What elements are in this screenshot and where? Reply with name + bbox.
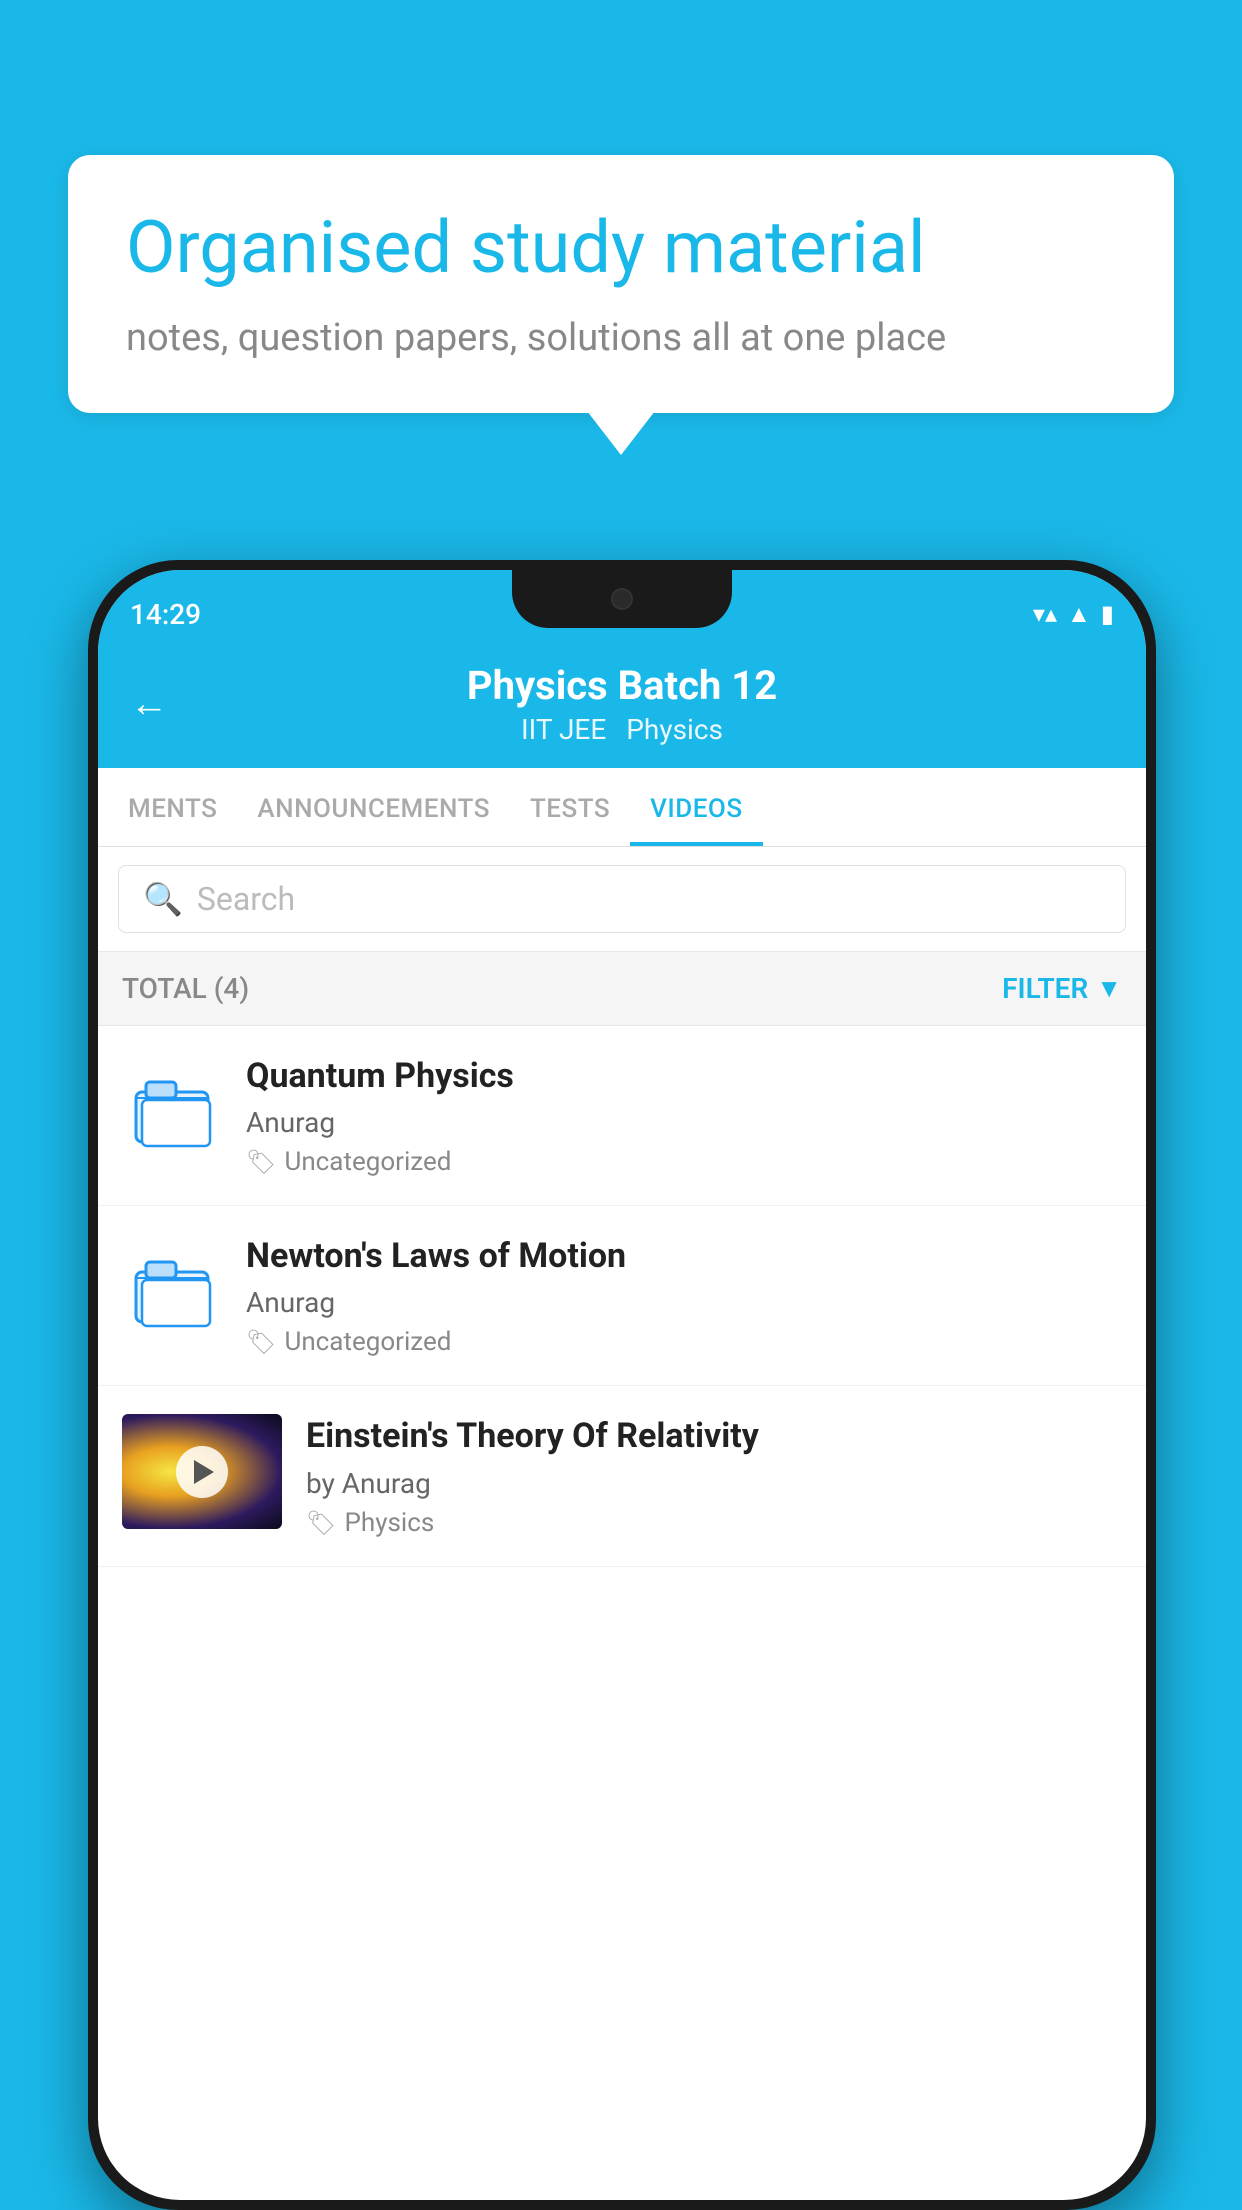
tag-icon: 🏷: [246, 1328, 276, 1356]
video-title: Quantum Physics: [246, 1054, 1122, 1098]
video-info: Newton's Laws of Motion Anurag 🏷 Uncateg…: [246, 1234, 1122, 1357]
phone-frame: 14:29 ▾▴ ▲ ▮ ← Physics Batch 12 IIT JEE …: [88, 560, 1156, 2210]
header-subtitle-iitjee: IIT JEE: [521, 713, 606, 746]
speech-bubble: Organised study material notes, question…: [68, 155, 1174, 413]
tag-icon: 🏷: [246, 1148, 276, 1176]
filter-label: FILTER: [1002, 972, 1088, 1005]
tabs-container: MENTS ANNOUNCEMENTS TESTS VIDEOS: [98, 768, 1146, 847]
status-time: 14:29: [130, 598, 201, 631]
phone-notch: [512, 570, 732, 628]
wifi-icon: ▾▴: [1033, 600, 1057, 628]
total-count: TOTAL (4): [122, 972, 249, 1005]
header-title: Physics Batch 12: [467, 662, 777, 709]
status-icons: ▾▴ ▲ ▮: [1033, 600, 1114, 629]
app-header: ← Physics Batch 12 IIT JEE Physics: [98, 640, 1146, 768]
phone-screen: 14:29 ▾▴ ▲ ▮ ← Physics Batch 12 IIT JEE …: [98, 570, 1146, 2200]
folder-icon: [122, 1240, 222, 1340]
tag-label: Physics: [344, 1508, 434, 1538]
list-item[interactable]: Einstein's Theory Of Relativity by Anura…: [98, 1386, 1146, 1566]
filter-button[interactable]: FILTER ▼: [1002, 972, 1122, 1005]
tab-tests[interactable]: TESTS: [510, 768, 630, 846]
header-subtitle: IIT JEE Physics: [521, 713, 723, 746]
tag-label: Uncategorized: [284, 1327, 451, 1357]
video-thumbnail: [122, 1414, 282, 1529]
video-info: Quantum Physics Anurag 🏷 Uncategorized: [246, 1054, 1122, 1177]
tag-label: Uncategorized: [284, 1147, 451, 1177]
video-title: Einstein's Theory Of Relativity: [306, 1414, 1122, 1458]
video-author: Anurag: [246, 1106, 1122, 1139]
video-list: Quantum Physics Anurag 🏷 Uncategorized: [98, 1026, 1146, 1567]
filter-funnel-icon: ▼: [1096, 973, 1122, 1004]
tab-announcements[interactable]: ANNOUNCEMENTS: [237, 768, 510, 846]
search-bar: 🔍 Search: [98, 847, 1146, 952]
folder-icon: [122, 1060, 222, 1160]
video-author: by Anurag: [306, 1467, 1122, 1500]
video-tag: 🏷 Uncategorized: [246, 1147, 1122, 1177]
speech-bubble-container: Organised study material notes, question…: [68, 155, 1174, 413]
search-input[interactable]: Search: [197, 880, 295, 918]
tag-icon: 🏷: [306, 1509, 336, 1537]
battery-icon: ▮: [1101, 600, 1114, 628]
signal-icon: ▲: [1067, 600, 1091, 629]
back-button[interactable]: ←: [130, 682, 168, 726]
video-tag: 🏷 Physics: [306, 1508, 1122, 1538]
video-tag: 🏷 Uncategorized: [246, 1327, 1122, 1357]
front-camera: [611, 588, 633, 610]
tab-videos[interactable]: VIDEOS: [630, 768, 762, 846]
header-subtitle-physics: Physics: [626, 713, 723, 746]
bubble-subtitle: notes, question papers, solutions all at…: [126, 312, 1116, 365]
search-icon: 🔍: [143, 880, 183, 918]
filter-bar: TOTAL (4) FILTER ▼: [98, 952, 1146, 1026]
play-button[interactable]: [176, 1446, 228, 1498]
tab-ments[interactable]: MENTS: [108, 768, 237, 846]
video-author: Anurag: [246, 1286, 1122, 1319]
video-info: Einstein's Theory Of Relativity by Anura…: [306, 1414, 1122, 1537]
video-title: Newton's Laws of Motion: [246, 1234, 1122, 1278]
list-item[interactable]: Newton's Laws of Motion Anurag 🏷 Uncateg…: [98, 1206, 1146, 1386]
search-input-container[interactable]: 🔍 Search: [118, 865, 1126, 933]
play-triangle-icon: [194, 1460, 214, 1484]
list-item[interactable]: Quantum Physics Anurag 🏷 Uncategorized: [98, 1026, 1146, 1206]
bubble-title: Organised study material: [126, 207, 1116, 290]
